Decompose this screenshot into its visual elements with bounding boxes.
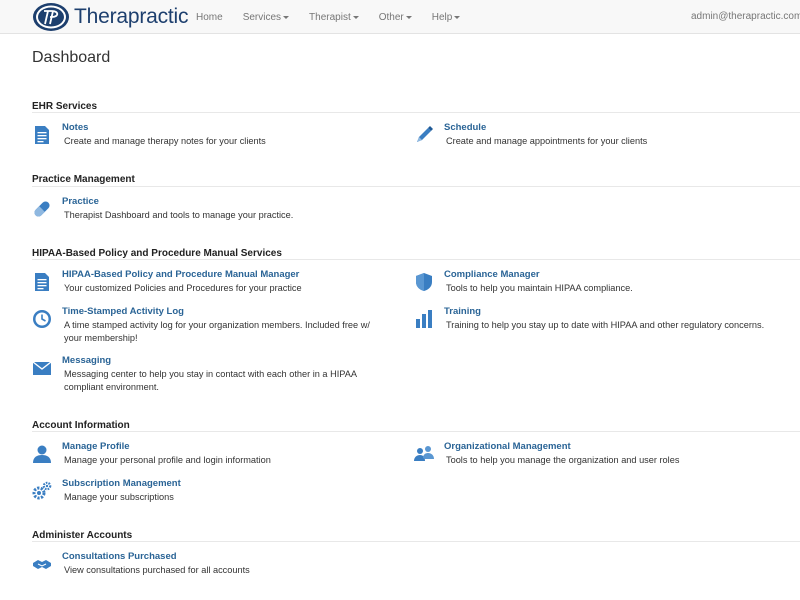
nav-help[interactable]: Help	[432, 12, 461, 23]
nav-other-label: Other	[378, 11, 404, 23]
nav-home-label: Home	[196, 11, 223, 23]
document-icon	[32, 125, 52, 145]
training-description: Training to help you stay up to date wit…	[446, 320, 765, 330]
hipaa-manual-description: Your customized Policies and Procedures …	[64, 283, 302, 293]
page-title: Dashboard	[32, 49, 111, 66]
messaging-link[interactable]: Messaging	[62, 355, 111, 366]
nav-other[interactable]: Other	[379, 12, 412, 23]
caret-down-icon	[283, 15, 290, 19]
caret-down-icon	[454, 15, 461, 19]
compliance-link[interactable]: Compliance Manager	[444, 269, 540, 280]
handshake-icon	[32, 554, 52, 574]
therapractic-logo-icon	[33, 3, 69, 31]
nav-services[interactable]: Services	[242, 11, 290, 23]
brand-name: Therapractic	[74, 5, 189, 28]
section-title-ehr: EHR Services	[32, 101, 98, 112]
section-divider	[32, 431, 800, 432]
subscription-description: Manage your subscriptions	[64, 492, 174, 502]
envelope-icon	[32, 358, 52, 378]
user-icon	[32, 444, 52, 464]
nav-therapist-label: Therapist	[309, 11, 351, 23]
main-nav: Home Services Therapist Other Help	[186, 0, 470, 34]
notes-link[interactable]: Notes	[62, 122, 88, 133]
subscription-link[interactable]: Subscription Management	[62, 478, 181, 489]
section-divider	[32, 541, 800, 542]
notes-description: Create and manage therapy notes for your…	[64, 136, 266, 146]
schedule-description: Create and manage appointments for your …	[446, 136, 648, 146]
section-divider	[32, 112, 800, 113]
nav-therapist[interactable]: Therapist	[309, 12, 359, 23]
section-title-account: Account Information	[32, 420, 130, 431]
schedule-link[interactable]: Schedule	[444, 122, 486, 133]
practice-description: Therapist Dashboard and tools to manage …	[64, 210, 294, 220]
training-link[interactable]: Training	[444, 306, 481, 317]
top-navbar: Therapractic Home Services Therapist Oth…	[0, 0, 800, 34]
org-management-link[interactable]: Organizational Management	[444, 441, 571, 452]
section-divider	[32, 259, 800, 260]
practice-link[interactable]: Practice	[62, 196, 99, 207]
document-icon	[32, 272, 52, 292]
caret-down-icon	[352, 15, 359, 19]
user-account-link[interactable]: admin@therapractic.com	[691, 0, 800, 34]
compliance-description: Tools to help you maintain HIPAA complia…	[446, 283, 633, 293]
caret-down-icon	[405, 15, 412, 19]
gears-icon	[32, 481, 52, 501]
nav-home[interactable]: Home	[196, 12, 223, 23]
section-divider	[32, 186, 800, 187]
pencil-icon	[414, 125, 434, 145]
brand-link[interactable]: Therapractic	[32, 2, 189, 32]
nav-services-label: Services	[242, 11, 282, 23]
shield-icon	[414, 272, 434, 292]
users-icon	[414, 444, 434, 464]
section-title-practice: Practice Management	[32, 174, 135, 185]
bar-chart-icon	[414, 309, 434, 329]
section-title-admin: Administer Accounts	[32, 530, 133, 541]
clock-icon	[32, 309, 52, 329]
messaging-description: Messaging center to help you stay in con…	[64, 369, 357, 392]
consultations-description: View consultations purchased for all acc…	[64, 565, 250, 575]
activity-log-link[interactable]: Time-Stamped Activity Log	[62, 306, 184, 317]
pill-icon	[32, 199, 52, 219]
section-title-hipaa: HIPAA-Based Policy and Procedure Manual …	[32, 248, 282, 259]
manage-profile-link[interactable]: Manage Profile	[62, 441, 130, 452]
consultations-link[interactable]: Consultations Purchased	[62, 551, 177, 562]
manage-profile-description: Manage your personal profile and login i…	[64, 455, 271, 465]
org-management-description: Tools to help you manage the organizatio…	[446, 455, 680, 465]
activity-log-description: A time stamped activity log for your org…	[64, 320, 370, 343]
nav-help-label: Help	[431, 11, 453, 23]
hipaa-manual-link[interactable]: HIPAA-Based Policy and Procedure Manual …	[62, 269, 299, 280]
